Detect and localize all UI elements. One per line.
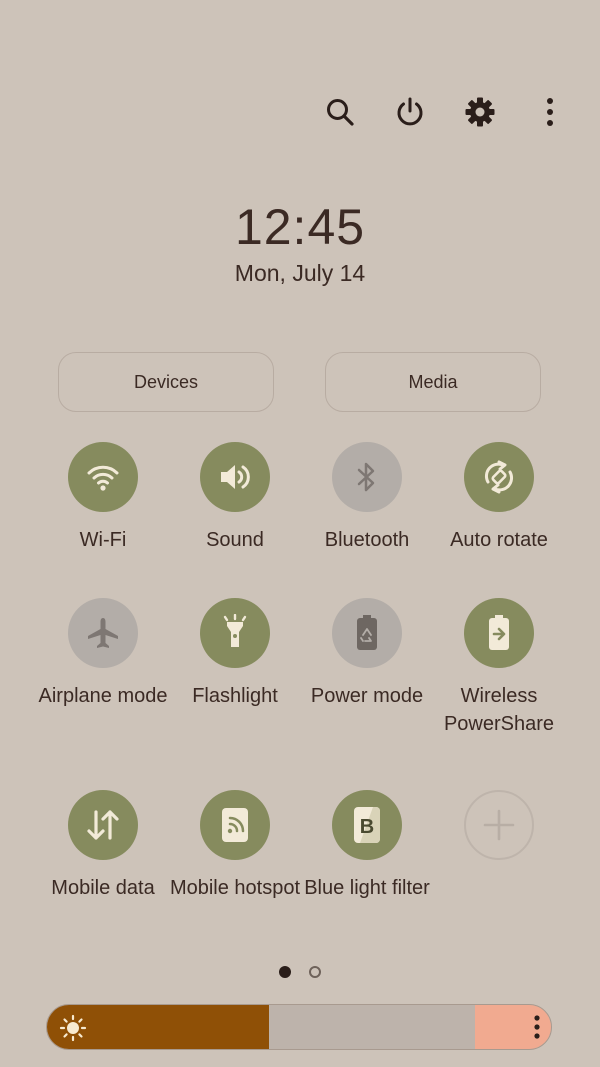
tile-label: Mobile data — [51, 877, 155, 899]
tile-airplane-mode[interactable]: Airplane mode — [37, 598, 169, 710]
tile-mobile-data[interactable]: Mobile data — [37, 790, 169, 902]
tile-power-mode[interactable]: Power mode — [301, 598, 433, 710]
tile-blue-light-filter[interactable]: B Blue light filter — [301, 790, 433, 902]
tile-auto-rotate[interactable]: Auto rotate — [433, 442, 565, 554]
tile-wifi[interactable]: Wi-Fi — [37, 442, 169, 554]
sound-icon — [221, 465, 250, 489]
airplane-icon — [88, 618, 118, 648]
brightness-slider[interactable] — [46, 1004, 552, 1050]
tile-label: Wi-Fi — [79, 529, 127, 551]
page-indicator — [0, 966, 600, 978]
sun-icon — [59, 1014, 87, 1047]
mobile-hotspot-toggle[interactable] — [200, 790, 270, 860]
tile-sound[interactable]: Sound — [169, 442, 301, 554]
tile-label: Power mode — [310, 685, 424, 707]
media-button[interactable]: Media — [325, 352, 541, 412]
page-dot-2[interactable] — [309, 966, 321, 978]
wifi-icon — [87, 465, 119, 491]
devices-button[interactable]: Devices — [58, 352, 274, 412]
wireless-powershare-icon — [489, 615, 509, 650]
brightness-more-icon[interactable] — [533, 1014, 541, 1045]
tile-label: Airplane mode — [38, 685, 168, 707]
blue-light-filter-icon: B — [354, 807, 380, 843]
tile-add[interactable] — [433, 790, 565, 860]
sound-toggle[interactable] — [200, 442, 270, 512]
tile-label: Sound — [206, 529, 264, 551]
mobile-data-icon — [87, 810, 119, 840]
page-dot-1[interactable] — [279, 966, 291, 978]
wifi-toggle[interactable] — [68, 442, 138, 512]
tile-label: Auto rotate — [450, 529, 548, 551]
tile-label: Flashlight — [192, 685, 278, 707]
flashlight-toggle[interactable] — [200, 598, 270, 668]
power-mode-toggle[interactable] — [332, 598, 402, 668]
tile-mobile-hotspot[interactable]: Mobile hotspot — [169, 790, 301, 902]
tile-label: Mobile hotspot — [169, 877, 301, 899]
airplane-toggle[interactable] — [68, 598, 138, 668]
blue-light-filter-toggle[interactable]: B — [332, 790, 402, 860]
tile-label: Wireless PowerShare — [443, 685, 555, 735]
auto-rotate-toggle[interactable] — [464, 442, 534, 512]
tile-flashlight[interactable]: Flashlight — [169, 598, 301, 710]
clock-time[interactable]: 12:45 — [0, 198, 600, 256]
power-icon[interactable] — [390, 92, 430, 132]
mobile-hotspot-icon — [222, 808, 248, 842]
search-icon[interactable] — [320, 92, 360, 132]
tile-wireless-powershare[interactable]: Wireless PowerShare — [433, 598, 565, 738]
power-mode-icon — [357, 615, 377, 650]
tile-label: Bluetooth — [324, 529, 410, 551]
bluetooth-toggle[interactable] — [332, 442, 402, 512]
tile-bluetooth[interactable]: Bluetooth — [301, 442, 433, 554]
flashlight-icon — [223, 614, 247, 647]
wireless-powershare-toggle[interactable] — [464, 598, 534, 668]
more-vertical-icon[interactable] — [530, 92, 570, 132]
svg-text:B: B — [360, 816, 374, 838]
add-icon — [483, 809, 515, 841]
auto-rotate-icon — [484, 460, 514, 494]
bluetooth-icon — [357, 462, 375, 492]
clock-date[interactable]: Mon, July 14 — [0, 260, 600, 287]
top-actions — [320, 92, 570, 132]
add-tile-button[interactable] — [464, 790, 534, 860]
settings-gear-icon[interactable] — [460, 92, 500, 132]
tile-label: Blue light filter — [304, 877, 430, 899]
mobile-data-toggle[interactable] — [68, 790, 138, 860]
